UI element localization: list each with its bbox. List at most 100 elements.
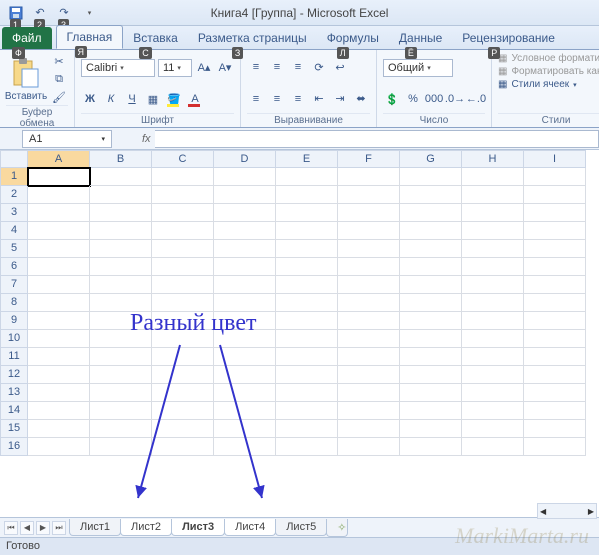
cell[interactable]: [152, 366, 214, 384]
cell[interactable]: [462, 276, 524, 294]
cell[interactable]: [462, 258, 524, 276]
cell[interactable]: [90, 348, 152, 366]
bold-button[interactable]: Ж: [81, 91, 99, 107]
cell[interactable]: [276, 384, 338, 402]
select-all-corner[interactable]: [0, 150, 28, 168]
cell[interactable]: [152, 330, 214, 348]
copy-icon[interactable]: ⧉: [50, 71, 68, 87]
cell[interactable]: [462, 186, 524, 204]
row-header[interactable]: 12: [0, 366, 28, 384]
cell[interactable]: [524, 294, 586, 312]
cell[interactable]: [338, 312, 400, 330]
cell[interactable]: [400, 258, 462, 276]
cell[interactable]: [28, 384, 90, 402]
cell[interactable]: [276, 330, 338, 348]
qat-customize-icon[interactable]: [78, 3, 98, 23]
comma-icon[interactable]: 000: [425, 91, 443, 107]
cell[interactable]: [524, 276, 586, 294]
cell[interactable]: [524, 330, 586, 348]
cell[interactable]: [276, 366, 338, 384]
cell[interactable]: [90, 258, 152, 276]
cell[interactable]: [338, 438, 400, 456]
cell-styles-button[interactable]: ▦Стили ячеек▾: [498, 79, 599, 90]
row-header[interactable]: 3: [0, 204, 28, 222]
sheet-tab[interactable]: Лист4: [224, 519, 276, 536]
cell[interactable]: [28, 402, 90, 420]
col-header[interactable]: D: [214, 150, 276, 168]
cell[interactable]: [152, 420, 214, 438]
cell[interactable]: [28, 330, 90, 348]
cell[interactable]: [400, 276, 462, 294]
undo-icon[interactable]: ↶2: [30, 3, 50, 23]
cell[interactable]: [90, 240, 152, 258]
cell[interactable]: [214, 402, 276, 420]
align-middle-icon[interactable]: ≡: [268, 59, 286, 75]
cell[interactable]: [152, 348, 214, 366]
decrease-indent-icon[interactable]: ⇤: [310, 91, 328, 107]
cell[interactable]: [524, 366, 586, 384]
cell[interactable]: [276, 294, 338, 312]
cell[interactable]: [276, 186, 338, 204]
row-header[interactable]: 16: [0, 438, 28, 456]
cell[interactable]: [152, 204, 214, 222]
row-header[interactable]: 9: [0, 312, 28, 330]
font-size-select[interactable]: 11: [158, 59, 192, 77]
row-header[interactable]: 4: [0, 222, 28, 240]
cell[interactable]: [338, 420, 400, 438]
cell[interactable]: [400, 438, 462, 456]
increase-decimal-icon[interactable]: .0→: [446, 91, 464, 107]
cell[interactable]: [90, 186, 152, 204]
cell[interactable]: [524, 168, 586, 186]
cell[interactable]: [276, 204, 338, 222]
cell[interactable]: [400, 384, 462, 402]
cell[interactable]: [400, 330, 462, 348]
cell[interactable]: [28, 420, 90, 438]
row-header[interactable]: 8: [0, 294, 28, 312]
cell[interactable]: [462, 168, 524, 186]
cell[interactable]: [462, 402, 524, 420]
row-header[interactable]: 11: [0, 348, 28, 366]
sheet-tab[interactable]: Лист2: [120, 519, 172, 536]
cell[interactable]: [338, 384, 400, 402]
redo-icon[interactable]: ↷3: [54, 3, 74, 23]
cell[interactable]: [276, 168, 338, 186]
tab-home[interactable]: ГлавнаяЯ: [56, 25, 124, 49]
wrap-text-icon[interactable]: ↩: [331, 59, 349, 75]
align-right-icon[interactable]: ≡: [289, 91, 307, 107]
cell[interactable]: [462, 348, 524, 366]
cell[interactable]: [462, 204, 524, 222]
cell[interactable]: [28, 168, 90, 186]
cell[interactable]: [28, 276, 90, 294]
cell[interactable]: [276, 402, 338, 420]
cell[interactable]: [524, 402, 586, 420]
row-header[interactable]: 7: [0, 276, 28, 294]
cell[interactable]: [462, 330, 524, 348]
cell[interactable]: [90, 294, 152, 312]
col-header[interactable]: C: [152, 150, 214, 168]
cell[interactable]: [462, 366, 524, 384]
cell[interactable]: [152, 402, 214, 420]
sheet-tab[interactable]: Лист1: [69, 519, 121, 536]
sheet-nav-prev-icon[interactable]: ◀: [20, 521, 34, 535]
format-painter-icon[interactable]: 🖌: [50, 89, 68, 105]
cell[interactable]: [28, 204, 90, 222]
cell[interactable]: [90, 366, 152, 384]
cell[interactable]: [214, 258, 276, 276]
fx-icon[interactable]: fx: [142, 133, 151, 145]
cell[interactable]: [276, 438, 338, 456]
cell[interactable]: [90, 438, 152, 456]
underline-button[interactable]: Ч: [123, 91, 141, 107]
cell[interactable]: [400, 312, 462, 330]
conditional-formatting-button[interactable]: ▦Условное форматиро: [498, 53, 599, 64]
cell[interactable]: [524, 438, 586, 456]
cell[interactable]: [214, 294, 276, 312]
cell[interactable]: [214, 312, 276, 330]
cell[interactable]: [524, 186, 586, 204]
cell[interactable]: [338, 240, 400, 258]
name-box[interactable]: A1▾: [22, 130, 112, 148]
cell[interactable]: [90, 330, 152, 348]
tab-file[interactable]: ФайлФ: [2, 27, 52, 49]
cell[interactable]: [338, 366, 400, 384]
cell[interactable]: [400, 366, 462, 384]
cell[interactable]: [338, 168, 400, 186]
